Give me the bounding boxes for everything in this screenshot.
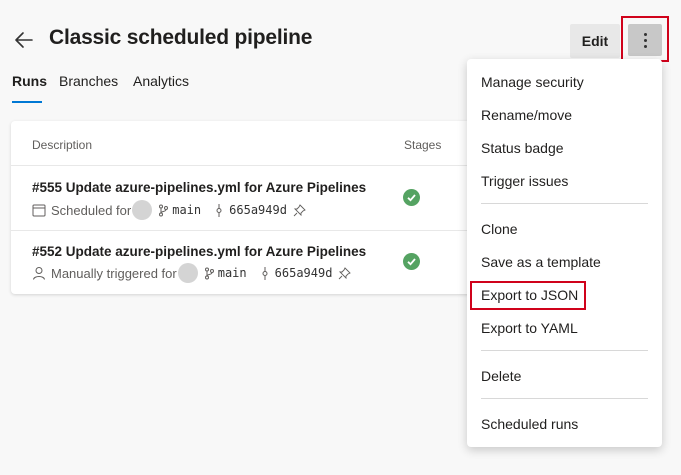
- menu-divider: [481, 203, 648, 204]
- page-title: Classic scheduled pipeline: [49, 26, 313, 49]
- tab-branches[interactable]: Branches: [59, 73, 118, 89]
- avatar: [132, 200, 153, 220]
- more-actions-menu: Manage security Rename/move Status badge…: [467, 59, 662, 447]
- more-vertical-icon: [643, 32, 647, 36]
- column-header-description: Description: [32, 138, 93, 152]
- branch-icon: [204, 267, 214, 280]
- commit-icon: [215, 203, 223, 217]
- trigger-text: Scheduled for: [51, 202, 132, 218]
- tab-runs[interactable]: Runs: [12, 73, 47, 89]
- commit-id[interactable]: 665a949d: [229, 203, 287, 217]
- pin-icon[interactable]: [293, 203, 306, 217]
- tab-analytics[interactable]: Analytics: [133, 73, 189, 89]
- branch-name[interactable]: main: [172, 203, 201, 217]
- success-check-icon[interactable]: [403, 253, 420, 270]
- runs-table: Description Stages #555 Update azure-pip…: [11, 121, 491, 294]
- pin-icon[interactable]: [338, 266, 352, 280]
- menu-item-export-yaml[interactable]: Export to YAML: [481, 320, 578, 336]
- run-title[interactable]: #555 Update azure-pipelines.yml for Azur…: [32, 180, 366, 195]
- commit-id[interactable]: 665a949d: [275, 266, 333, 280]
- calendar-icon: [32, 203, 46, 217]
- edit-button[interactable]: Edit: [570, 24, 620, 58]
- run-meta: Scheduled for main 665a949d: [32, 200, 306, 220]
- menu-divider: [481, 398, 648, 399]
- menu-item-rename-move[interactable]: Rename/move: [481, 107, 572, 123]
- trigger-text: Manually triggered for: [51, 265, 177, 281]
- column-header-stages: Stages: [404, 138, 442, 152]
- active-tab-indicator: [12, 101, 42, 103]
- commit-icon: [261, 266, 269, 280]
- branch-name[interactable]: main: [218, 266, 247, 280]
- person-icon: [32, 266, 46, 280]
- back-arrow-icon[interactable]: [12, 28, 36, 52]
- menu-item-status-badge[interactable]: Status badge: [481, 140, 564, 156]
- success-check-icon[interactable]: [403, 189, 420, 206]
- avatar: [177, 263, 198, 283]
- menu-item-export-json[interactable]: Export to JSON: [481, 287, 578, 303]
- divider: [11, 230, 491, 231]
- menu-item-trigger-issues[interactable]: Trigger issues: [481, 173, 568, 189]
- run-meta: Manually triggered for main 665a949d: [32, 263, 352, 283]
- menu-item-delete[interactable]: Delete: [481, 368, 521, 384]
- divider: [11, 165, 491, 166]
- more-actions-button[interactable]: [628, 24, 662, 56]
- menu-item-manage-security[interactable]: Manage security: [481, 74, 584, 90]
- menu-divider: [481, 350, 648, 351]
- menu-item-scheduled-runs[interactable]: Scheduled runs: [481, 416, 578, 432]
- run-title[interactable]: #552 Update azure-pipelines.yml for Azur…: [32, 244, 366, 259]
- menu-item-clone[interactable]: Clone: [481, 221, 518, 237]
- branch-icon: [158, 204, 169, 217]
- menu-item-save-as-template[interactable]: Save as a template: [481, 254, 601, 270]
